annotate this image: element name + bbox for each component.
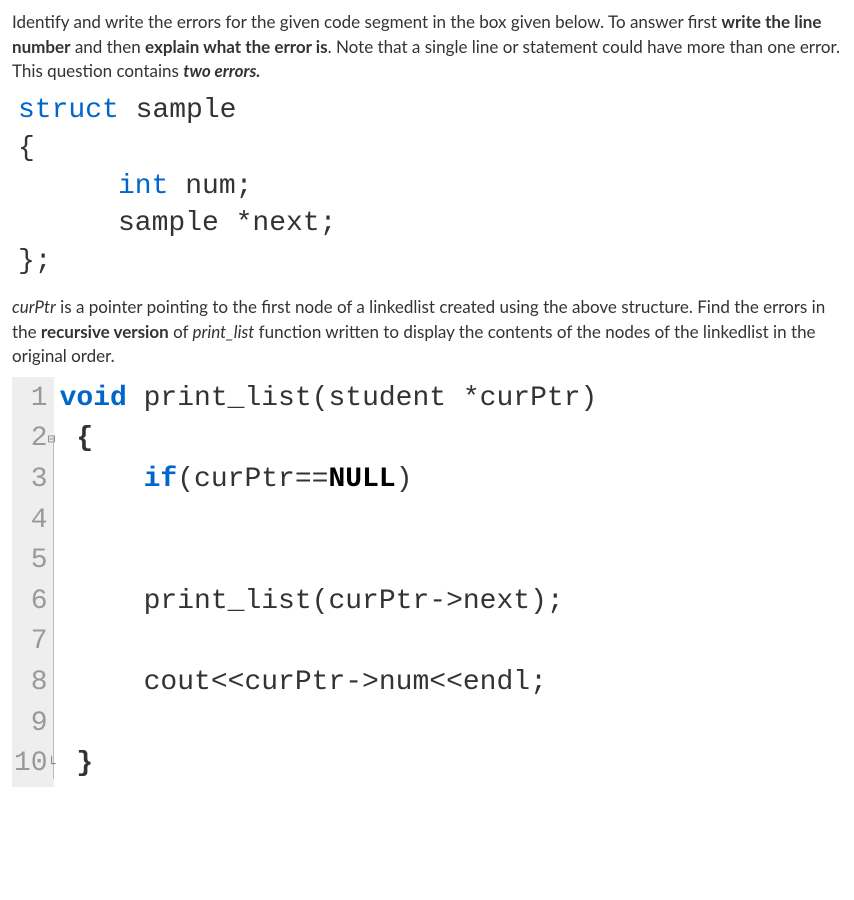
code-line-5 bbox=[60, 541, 842, 582]
keyword-struct: struct bbox=[18, 95, 119, 126]
line-number: 3 bbox=[14, 460, 48, 501]
line-number: 6 bbox=[14, 582, 48, 623]
line-number: 2 bbox=[14, 419, 48, 460]
keyword-void: void bbox=[60, 383, 127, 414]
mid-text-d: of bbox=[169, 321, 193, 342]
struct-line-3: int num; bbox=[18, 168, 842, 206]
keyword-int: int bbox=[118, 171, 168, 202]
line-number: 8 bbox=[14, 663, 48, 704]
code-line-3: if(curPtr==NULL) bbox=[60, 460, 842, 501]
code-line-1: void print_list(student *curPtr) bbox=[60, 379, 842, 420]
struct-line-4: sample *next; bbox=[18, 205, 842, 243]
question-intro: Identify and write the errors for the gi… bbox=[12, 10, 842, 84]
code-line-4 bbox=[60, 501, 842, 542]
line-number: 1 bbox=[14, 379, 48, 420]
line-number: 4 bbox=[14, 501, 48, 542]
code-line-9 bbox=[60, 704, 842, 745]
code-block: 1 2 3 4 5 6 7 8 9 10 ⊟ └ void print_list… bbox=[12, 377, 842, 787]
fold-corner-icon: └ bbox=[48, 756, 56, 775]
code-line-10: } bbox=[60, 744, 842, 785]
code-line-7 bbox=[60, 622, 842, 663]
struct-code-block: struct sample { int num; sample *next; }… bbox=[18, 92, 842, 281]
mid-italic-printlist: print_list bbox=[193, 321, 255, 342]
struct-field-next: sample *next; bbox=[18, 205, 336, 243]
intro-em-1: two errors. bbox=[183, 60, 260, 81]
intro-text-c: and then bbox=[70, 36, 145, 57]
struct-line-5: }; bbox=[18, 243, 842, 281]
intro-text-a: Identify and write the errors for the gi… bbox=[12, 11, 721, 32]
fold-guide-line bbox=[53, 435, 54, 779]
struct-field-num: num; bbox=[168, 171, 252, 202]
struct-line-2: { bbox=[18, 130, 842, 168]
code-line-2: { bbox=[60, 419, 842, 460]
code-l1-rest: print_list(student *curPtr) bbox=[127, 383, 597, 414]
code-line-6: print_list(curPtr->next); bbox=[60, 582, 842, 623]
line-number: 10 bbox=[14, 744, 48, 785]
code-line-8: cout<<curPtr->num<<endl; bbox=[60, 663, 842, 704]
code-area: ⊟ └ void print_list(student *curPtr) { i… bbox=[54, 377, 842, 787]
intro-bold-2: explain what the error is bbox=[145, 36, 328, 57]
line-number: 7 bbox=[14, 622, 48, 663]
keyword-if: if bbox=[144, 464, 178, 495]
keyword-null: NULL bbox=[328, 464, 395, 495]
mid-bold-recursive: recursive version bbox=[41, 321, 169, 342]
question-mid-text: curPtr is a pointer pointing to the firs… bbox=[12, 295, 842, 369]
struct-name: sample bbox=[119, 95, 237, 126]
line-number: 9 bbox=[14, 704, 48, 745]
mid-italic-curptr: curPtr bbox=[12, 296, 56, 317]
fold-toggle-icon[interactable]: ⊟ bbox=[48, 431, 56, 450]
struct-line-1: struct sample bbox=[18, 92, 842, 130]
line-number: 5 bbox=[14, 541, 48, 582]
